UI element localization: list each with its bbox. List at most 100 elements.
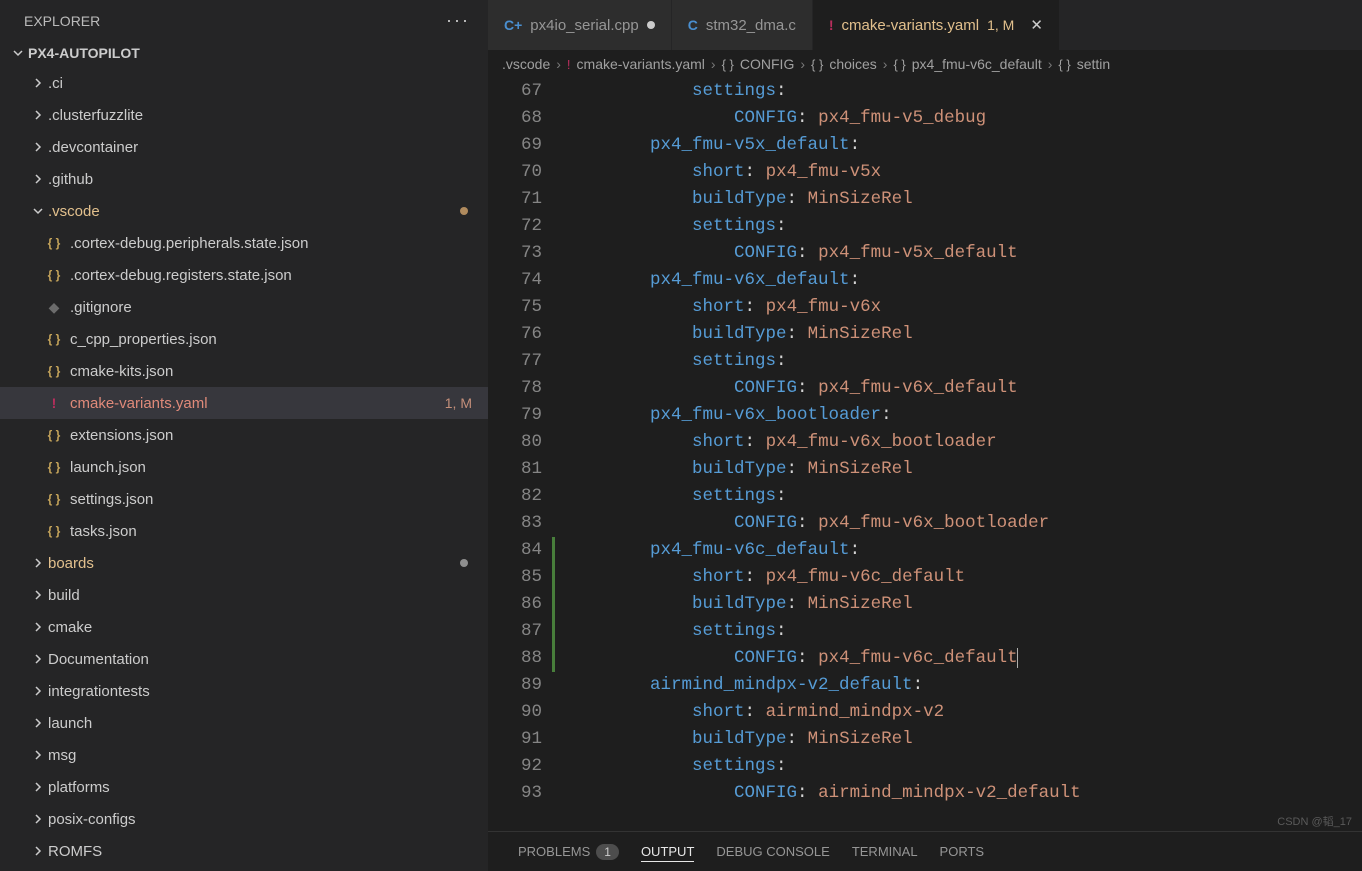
yaml-icon: ! [829,17,834,33]
chevron-right-icon [28,173,48,185]
tree-item-cmake[interactable]: cmake [0,611,488,643]
tabs-bar: C+px4io_serial.cppCstm32_dma.c!cmake-var… [488,0,1362,50]
chevron-right-icon [28,109,48,121]
file-label: build [48,587,488,604]
tab-stm32-dma-c[interactable]: Cstm32_dma.c [672,0,813,50]
json-icon: { } [44,364,64,378]
chevron-right-icon: › [1048,56,1053,72]
code-area[interactable]: settings: CONFIG: px4_fmu-v5_debug px4_f… [566,78,1362,831]
file-label: platforms [48,779,488,796]
tree-item-cmake-kits-json[interactable]: { }cmake-kits.json [0,355,488,387]
close-icon[interactable]: ✕ [1030,16,1043,34]
tree-item--clusterfuzzlite[interactable]: .clusterfuzzlite [0,99,488,131]
tree-item-launch[interactable]: launch [0,707,488,739]
breadcrumb-segment[interactable]: cmake-variants.yaml [577,56,705,72]
tab-label: cmake-variants.yaml [842,17,980,34]
git-icon: ◆ [44,299,64,316]
tree-item--gitignore[interactable]: ◆ .gitignore [0,291,488,323]
tree-item--devcontainer[interactable]: .devcontainer [0,131,488,163]
panel-debug-console[interactable]: DEBUG CONSOLE [716,844,829,859]
untracked-dot [460,559,468,567]
explorer-sidebar: EXPLORER ··· PX4-AUTOPILOT .ci.clusterfu… [0,0,488,871]
panel-output[interactable]: OUTPUT [641,844,694,862]
file-label: extensions.json [70,427,488,444]
json-icon: { } [44,268,64,282]
tree-item-integrationtests[interactable]: integrationtests [0,675,488,707]
editor[interactable]: 6768697071727374757677787980818283848586… [488,78,1362,831]
chevron-right-icon [28,717,48,729]
tree-item-posix-configs[interactable]: posix-configs [0,803,488,835]
file-label: ROMFS [48,843,488,860]
panel-problems[interactable]: PROBLEMS 1 [518,844,619,860]
chevron-right-icon: › [556,56,561,72]
file-label: cmake [48,619,488,636]
chevron-right-icon [28,141,48,153]
chevron-right-icon [28,77,48,89]
file-label: .ci [48,75,488,92]
file-label: integrationtests [48,683,488,700]
chevron-right-icon [28,589,48,601]
tree-item-platforms[interactable]: platforms [0,771,488,803]
line-gutter: 6768697071727374757677787980818283848586… [488,78,566,831]
json-icon: { } [44,428,64,442]
file-label: .devcontainer [48,139,488,156]
tree-item--github[interactable]: .github [0,163,488,195]
tree-item-cmake-variants-yaml[interactable]: !cmake-variants.yaml1, M [0,387,488,419]
tree-item--cortex-debug-peripherals-state-json[interactable]: { }.cortex-debug.peripherals.state.json [0,227,488,259]
chevron-right-icon: › [711,56,716,72]
json-icon: { } [44,236,64,250]
file-label: tasks.json [70,523,488,540]
panel-terminal[interactable]: TERMINAL [852,844,918,859]
file-label: launch.json [70,459,488,476]
tree-item--ci[interactable]: .ci [0,67,488,99]
breadcrumb-icon: { } [722,57,734,72]
tree-item-c-cpp-properties-json[interactable]: { }c_cpp_properties.json [0,323,488,355]
tree-item-tasks-json[interactable]: { }tasks.json [0,515,488,547]
chevron-right-icon: › [883,56,888,72]
breadcrumb-icon: { } [1058,57,1070,72]
file-label: settings.json [70,491,488,508]
chevron-right-icon [28,845,48,857]
yaml-icon: ! [44,395,64,411]
panel-ports[interactable]: PORTS [940,844,985,859]
file-label: .github [48,171,488,188]
breadcrumb-icon: { } [893,57,905,72]
tree-item-boards[interactable]: boards [0,547,488,579]
file-label: boards [48,555,460,572]
file-label: .clusterfuzzlite [48,107,488,124]
chevron-right-icon [28,653,48,665]
file-label: .vscode [48,203,460,220]
breadcrumb-segment[interactable]: CONFIG [740,56,794,72]
breadcrumb-segment[interactable]: choices [829,56,876,72]
file-tree: .ci .clusterfuzzlite .devcontainer .github.… [0,67,488,871]
problems-count: 1 [596,844,619,860]
chevron-right-icon [28,685,48,697]
c-icon: C [688,17,698,33]
tree-item--cortex-debug-registers-state-json[interactable]: { }.cortex-debug.registers.state.json [0,259,488,291]
tree-item-launch-json[interactable]: { } launch.json [0,451,488,483]
breadcrumb-segment[interactable]: px4_fmu-v6c_default [912,56,1042,72]
editor-main: C+px4io_serial.cppCstm32_dma.c!cmake-var… [488,0,1362,871]
tab-cmake-variants-yaml[interactable]: !cmake-variants.yaml1, M✕ [813,0,1060,50]
chevron-right-icon [28,813,48,825]
tree-item-extensions-json[interactable]: { } extensions.json [0,419,488,451]
tab-px4io-serial-cpp[interactable]: C+px4io_serial.cpp [488,0,672,50]
more-icon[interactable]: ··· [446,10,470,31]
tree-item-romfs[interactable]: ROMFS [0,835,488,867]
tree-item-build[interactable]: build [0,579,488,611]
tab-label: stm32_dma.c [706,17,796,34]
tree-item--vscode[interactable]: .vscode [0,195,488,227]
chevron-right-icon [28,621,48,633]
breadcrumb-segment[interactable]: settin [1077,56,1110,72]
breadcrumb: .vscode›!cmake-variants.yaml›{ }CONFIG›{… [488,50,1362,78]
tree-item-msg[interactable]: msg [0,739,488,771]
chevron-down-icon [28,205,48,217]
chevron-right-icon [28,557,48,569]
file-status-badge: 1, M [445,395,472,411]
breadcrumb-segment[interactable]: .vscode [502,56,550,72]
root-folder[interactable]: PX4-AUTOPILOT [0,39,488,67]
file-label: .gitignore [70,299,488,316]
tree-item-settings-json[interactable]: { }settings.json [0,483,488,515]
json-icon: { } [44,460,64,474]
tree-item-documentation[interactable]: Documentation [0,643,488,675]
